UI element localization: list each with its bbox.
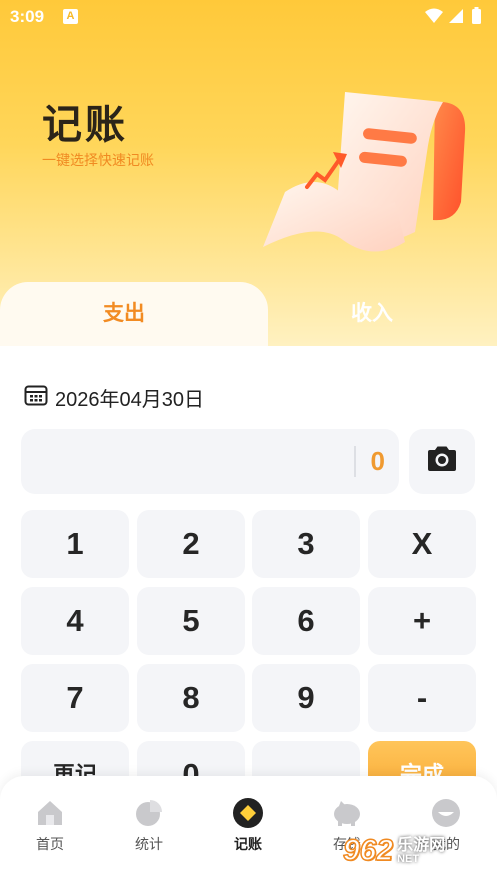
key-7[interactable]: 7: [21, 664, 129, 732]
key-9[interactable]: 9: [252, 664, 360, 732]
nav-stats-label: 统计: [135, 836, 163, 852]
pie-chart-icon: [109, 796, 189, 830]
nav-bookkeeping[interactable]: 记账: [208, 796, 288, 854]
notification-icon: A: [63, 9, 78, 24]
status-bar: 3:09 A: [0, 0, 497, 34]
type-tabs: 收入 支出: [0, 282, 497, 346]
signal-icon: [449, 9, 463, 23]
amount-value: 0: [370, 446, 385, 476]
date-selector[interactable]: 2026年04月30日: [24, 384, 204, 411]
watermark-brand: 乐游网 NET: [397, 836, 446, 865]
key-minus[interactable]: -: [368, 664, 476, 732]
amount-field[interactable]: 0: [21, 429, 399, 494]
battery-icon: [472, 9, 481, 24]
key-5[interactable]: 5: [137, 587, 245, 655]
nav-home[interactable]: 首页: [10, 796, 90, 854]
system-icons: [423, 6, 487, 31]
tab-income[interactable]: 收入: [247, 282, 497, 346]
key-1[interactable]: 1: [21, 510, 129, 578]
key-plus[interactable]: +: [368, 587, 476, 655]
watermark-brand-en: NET: [397, 852, 420, 865]
key-2[interactable]: 2: [137, 510, 245, 578]
tab-expense[interactable]: 支出: [0, 282, 268, 346]
profile-icon: [406, 796, 486, 830]
date-text: 2026年04月30日: [55, 388, 204, 411]
calendar-icon: [24, 384, 48, 411]
site-watermark: 962 乐游网 NET: [342, 826, 493, 876]
piggy-bank-icon: [307, 796, 387, 830]
home-icon: [10, 796, 90, 830]
bookkeeping-icon: [208, 796, 288, 830]
key-delete[interactable]: X: [368, 510, 476, 578]
key-4[interactable]: 4: [21, 587, 129, 655]
nav-bookkeeping-label: 记账: [234, 836, 262, 852]
wifi-icon: [425, 8, 443, 23]
key-6[interactable]: 6: [252, 587, 360, 655]
key-8[interactable]: 8: [137, 664, 245, 732]
camera-icon: [425, 445, 459, 478]
nav-stats[interactable]: 统计: [109, 796, 189, 854]
receipt-illustration-icon: [255, 82, 475, 267]
watermark-brand-cn: 乐游网: [397, 836, 446, 854]
page-title: 记账: [42, 103, 128, 147]
key-3[interactable]: 3: [252, 510, 360, 578]
camera-button[interactable]: [409, 429, 475, 494]
watermark-number: 962: [342, 833, 394, 868]
page-subtitle: 一键选择快速记账: [42, 152, 154, 168]
status-time: 3:09: [10, 7, 45, 26]
hero-banner: 3:09 A 记账 一键选择快速记账 收入 支出: [0, 0, 497, 360]
nav-home-label: 首页: [36, 836, 64, 852]
amount-divider: [354, 446, 356, 477]
